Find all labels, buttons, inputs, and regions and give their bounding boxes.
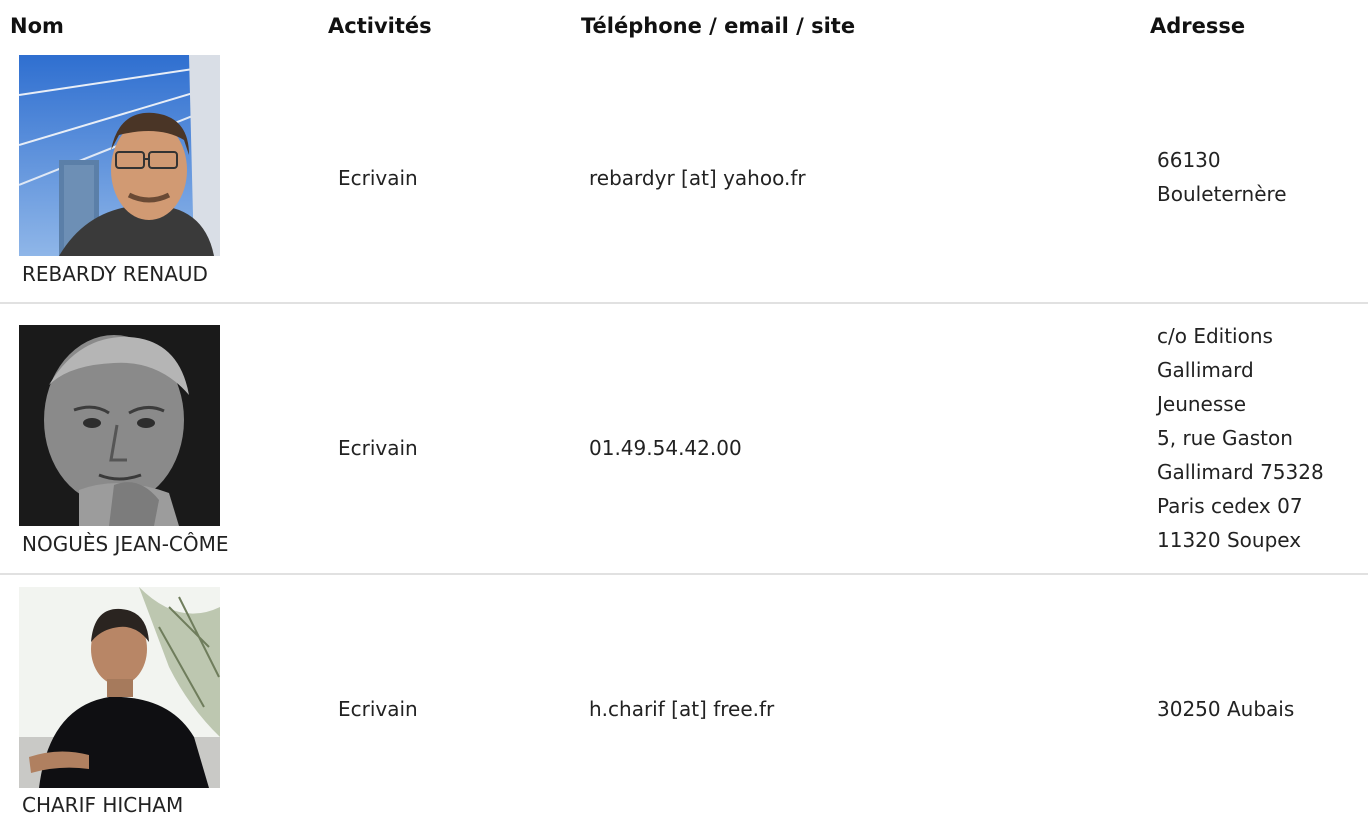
address-line: 66130 xyxy=(1157,148,1221,172)
portrait-photo xyxy=(19,325,220,526)
table-row: REBARDY RENAUD Ecrivain rebardyr [at] ya… xyxy=(0,52,1368,304)
table-row: CHARIF HICHAM Ecrivain h.charif [at] fre… xyxy=(0,575,1368,827)
address-line: 11320 Soupex xyxy=(1157,528,1302,552)
activity-cell: Ecrivain xyxy=(338,436,418,460)
address-line: Gallimard 75328 xyxy=(1157,460,1324,484)
table-header: Nom Activités Téléphone / email / site A… xyxy=(0,0,1368,52)
activity-cell: Ecrivain xyxy=(338,166,418,190)
column-header-nom: Nom xyxy=(10,14,64,38)
contact-cell: 01.49.54.42.00 xyxy=(589,436,742,460)
contact-cell: h.charif [at] free.fr xyxy=(589,697,775,721)
address-line: Gallimard xyxy=(1157,358,1254,382)
address-cell: c/o Editions Gallimard Jeunesse 5, rue G… xyxy=(1157,319,1324,557)
contacts-table: Nom Activités Téléphone / email / site A… xyxy=(0,0,1368,827)
address-line: 30250 Aubais xyxy=(1157,697,1295,721)
address-line: Bouleternère xyxy=(1157,182,1287,206)
column-header-contact: Téléphone / email / site xyxy=(581,14,856,38)
column-header-activites: Activités xyxy=(328,14,432,38)
column-header-adresse: Adresse xyxy=(1150,14,1246,38)
person-name: CHARIF HICHAM xyxy=(22,793,184,817)
portrait-photo xyxy=(19,587,220,788)
contact-cell: rebardyr [at] yahoo.fr xyxy=(589,166,806,190)
person-name: REBARDY RENAUD xyxy=(22,262,208,286)
person-name: NOGUÈS JEAN-CÔME xyxy=(22,532,229,556)
portrait-photo xyxy=(19,55,220,256)
address-line: Paris cedex 07 xyxy=(1157,494,1303,518)
address-cell: 30250 Aubais xyxy=(1157,692,1294,726)
address-cell: 66130 Bouleternère xyxy=(1157,143,1287,211)
table-row: NOGUÈS JEAN-CÔME Ecrivain 01.49.54.42.00… xyxy=(0,304,1368,575)
activity-cell: Ecrivain xyxy=(338,697,418,721)
address-line: Jeunesse xyxy=(1157,392,1247,416)
address-line: c/o Editions xyxy=(1157,324,1273,348)
address-line: 5, rue Gaston xyxy=(1157,426,1293,450)
